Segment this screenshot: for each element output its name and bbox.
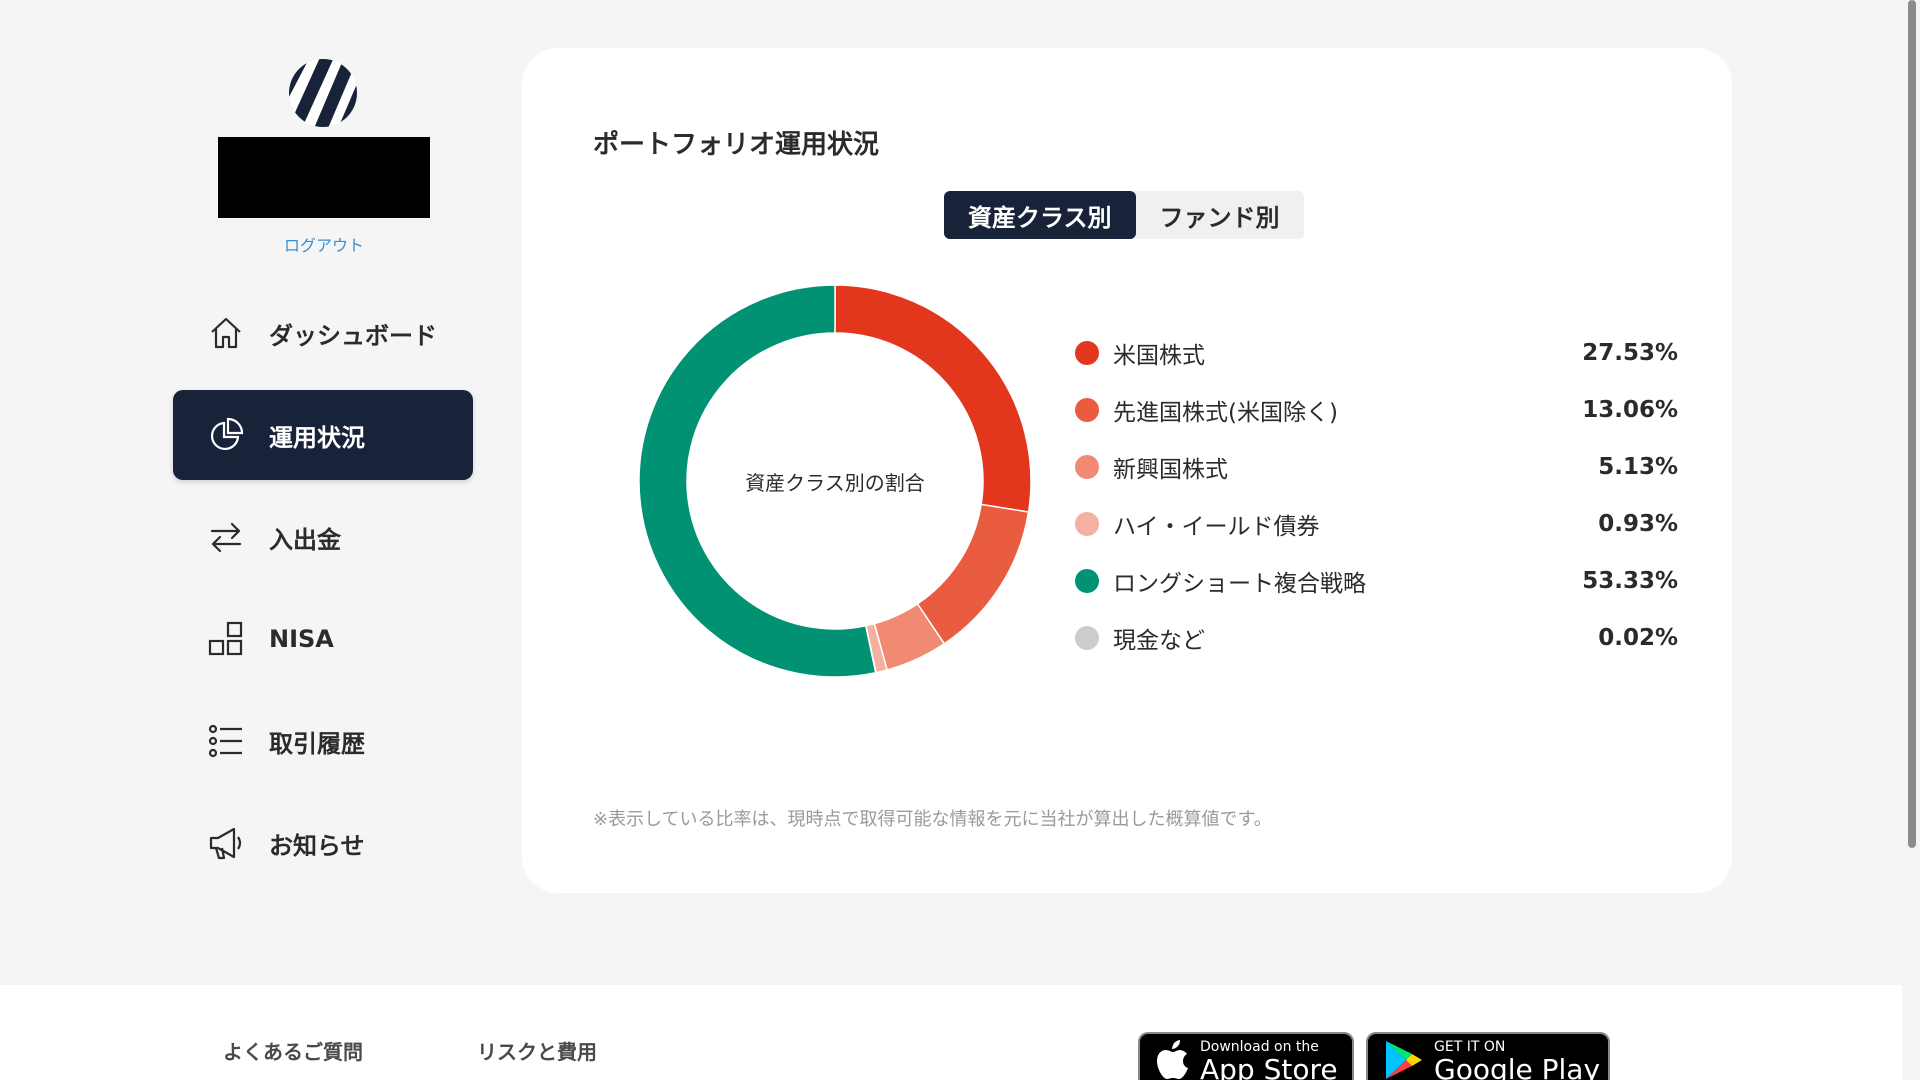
legend-value: 0.93% <box>1598 510 1678 537</box>
google-play-badge[interactable]: GET IT ON Google Play <box>1366 1032 1610 1080</box>
google-play-text: GET IT ON Google Play <box>1434 1039 1600 1080</box>
blocks-icon <box>207 620 245 658</box>
nav-label: 取引履歴 <box>269 729 365 758</box>
legend-value: 5.13% <box>1598 453 1678 480</box>
nav-item-deposit-withdrawal[interactable]: 入出金 <box>173 492 473 582</box>
nav-label: NISA <box>269 625 334 653</box>
legend-swatch <box>1075 625 1099 650</box>
legend-swatch <box>1075 511 1099 536</box>
app-store-big: App Store <box>1200 1053 1338 1080</box>
disclaimer-note: ※表示している比率は、現時点で取得可能な情報を元に当社が算出した概算値です。 <box>593 809 1272 830</box>
legend-swatch <box>1075 397 1099 422</box>
apple-icon <box>1156 1040 1190 1080</box>
nav-item-notifications[interactable]: お知らせ <box>173 798 473 888</box>
legend-item: ロングショート複合戦略 53.33% <box>1075 552 1678 609</box>
nav-label: お知らせ <box>269 831 365 860</box>
home-icon <box>207 314 245 352</box>
legend-value: 13.06% <box>1582 396 1678 423</box>
brand-logo-icon[interactable] <box>288 58 358 128</box>
transfer-arrows-icon <box>207 518 245 556</box>
chart-legend: 米国株式 27.53% 先進国株式(米国除く) 13.06% 新興国株式 5.1… <box>1075 324 1678 666</box>
legend-value: 53.33% <box>1582 567 1678 594</box>
page: ログアウト ダッシュボード 運用状況 入出金 NISA 取引履歴 お知らせ ポー… <box>0 0 1920 1080</box>
google-play-big: Google Play <box>1434 1053 1601 1080</box>
page-scrollbar[interactable] <box>1902 0 1920 1080</box>
legend-item: 新興国株式 5.13% <box>1075 438 1678 495</box>
nav-item-nisa[interactable]: NISA <box>173 594 473 684</box>
legend-label: 米国株式 <box>1113 342 1205 369</box>
portfolio-card: ポートフォリオ運用状況 資産クラス別 ファンド別 資産クラス別の割合 米国株式 … <box>522 48 1732 893</box>
faq-link[interactable]: よくあるご質問 <box>223 1036 363 1065</box>
nav-item-dashboard[interactable]: ダッシュボード <box>173 288 473 378</box>
google-play-icon <box>1384 1039 1424 1080</box>
legend-label: 先進国株式(米国除く) <box>1113 399 1338 426</box>
tab-asset-class[interactable]: 資産クラス別 <box>944 191 1136 239</box>
legend-label: ハイ・イールド債券 <box>1113 513 1320 540</box>
view-tabs: 資産クラス別 ファンド別 <box>944 191 1304 239</box>
risk-cost-link[interactable]: リスクと費用 <box>477 1036 597 1065</box>
page-title: ポートフォリオ運用状況 <box>593 130 880 160</box>
footer <box>0 985 1902 1080</box>
donut-center-label: 資産クラス別の割合 <box>745 470 925 495</box>
legend-swatch <box>1075 454 1099 479</box>
legend-label: ロングショート複合戦略 <box>1113 570 1366 597</box>
app-store-badge[interactable]: Download on the App Store <box>1138 1032 1354 1080</box>
list-icon <box>207 722 245 760</box>
nav-item-trade-history[interactable]: 取引履歴 <box>173 696 473 786</box>
legend-item: 米国株式 27.53% <box>1075 324 1678 381</box>
account-name-redacted <box>218 137 430 218</box>
legend-item: ハイ・イールド債券 0.93% <box>1075 495 1678 552</box>
donut-chart: 資産クラス別の割合 <box>638 284 1032 678</box>
megaphone-icon <box>207 824 245 862</box>
tab-fund[interactable]: ファンド別 <box>1136 191 1304 239</box>
legend-value: 27.53% <box>1582 339 1678 366</box>
legend-item: 現金など 0.02% <box>1075 609 1678 666</box>
legend-label: 新興国株式 <box>1113 456 1228 483</box>
legend-value: 0.02% <box>1598 624 1678 651</box>
legend-item: 先進国株式(米国除く) 13.06% <box>1075 381 1678 438</box>
legend-swatch <box>1075 340 1099 365</box>
nav-item-portfolio-status[interactable]: 運用状況 <box>173 390 473 480</box>
pie-chart-icon <box>207 416 245 454</box>
app-store-text: Download on the App Store <box>1200 1039 1338 1080</box>
main-nav: ダッシュボード 運用状況 入出金 NISA 取引履歴 お知らせ <box>173 288 473 900</box>
legend-label: 現金など <box>1113 627 1205 654</box>
logout-link[interactable]: ログアウト <box>218 232 430 256</box>
scrollbar-thumb[interactable] <box>1908 0 1916 848</box>
nav-label: ダッシュボード <box>269 321 437 350</box>
legend-swatch <box>1075 568 1099 593</box>
nav-label: 運用状況 <box>269 423 365 452</box>
nav-label: 入出金 <box>269 525 341 554</box>
sidebar: ログアウト ダッシュボード 運用状況 入出金 NISA 取引履歴 お知らせ <box>0 0 500 985</box>
